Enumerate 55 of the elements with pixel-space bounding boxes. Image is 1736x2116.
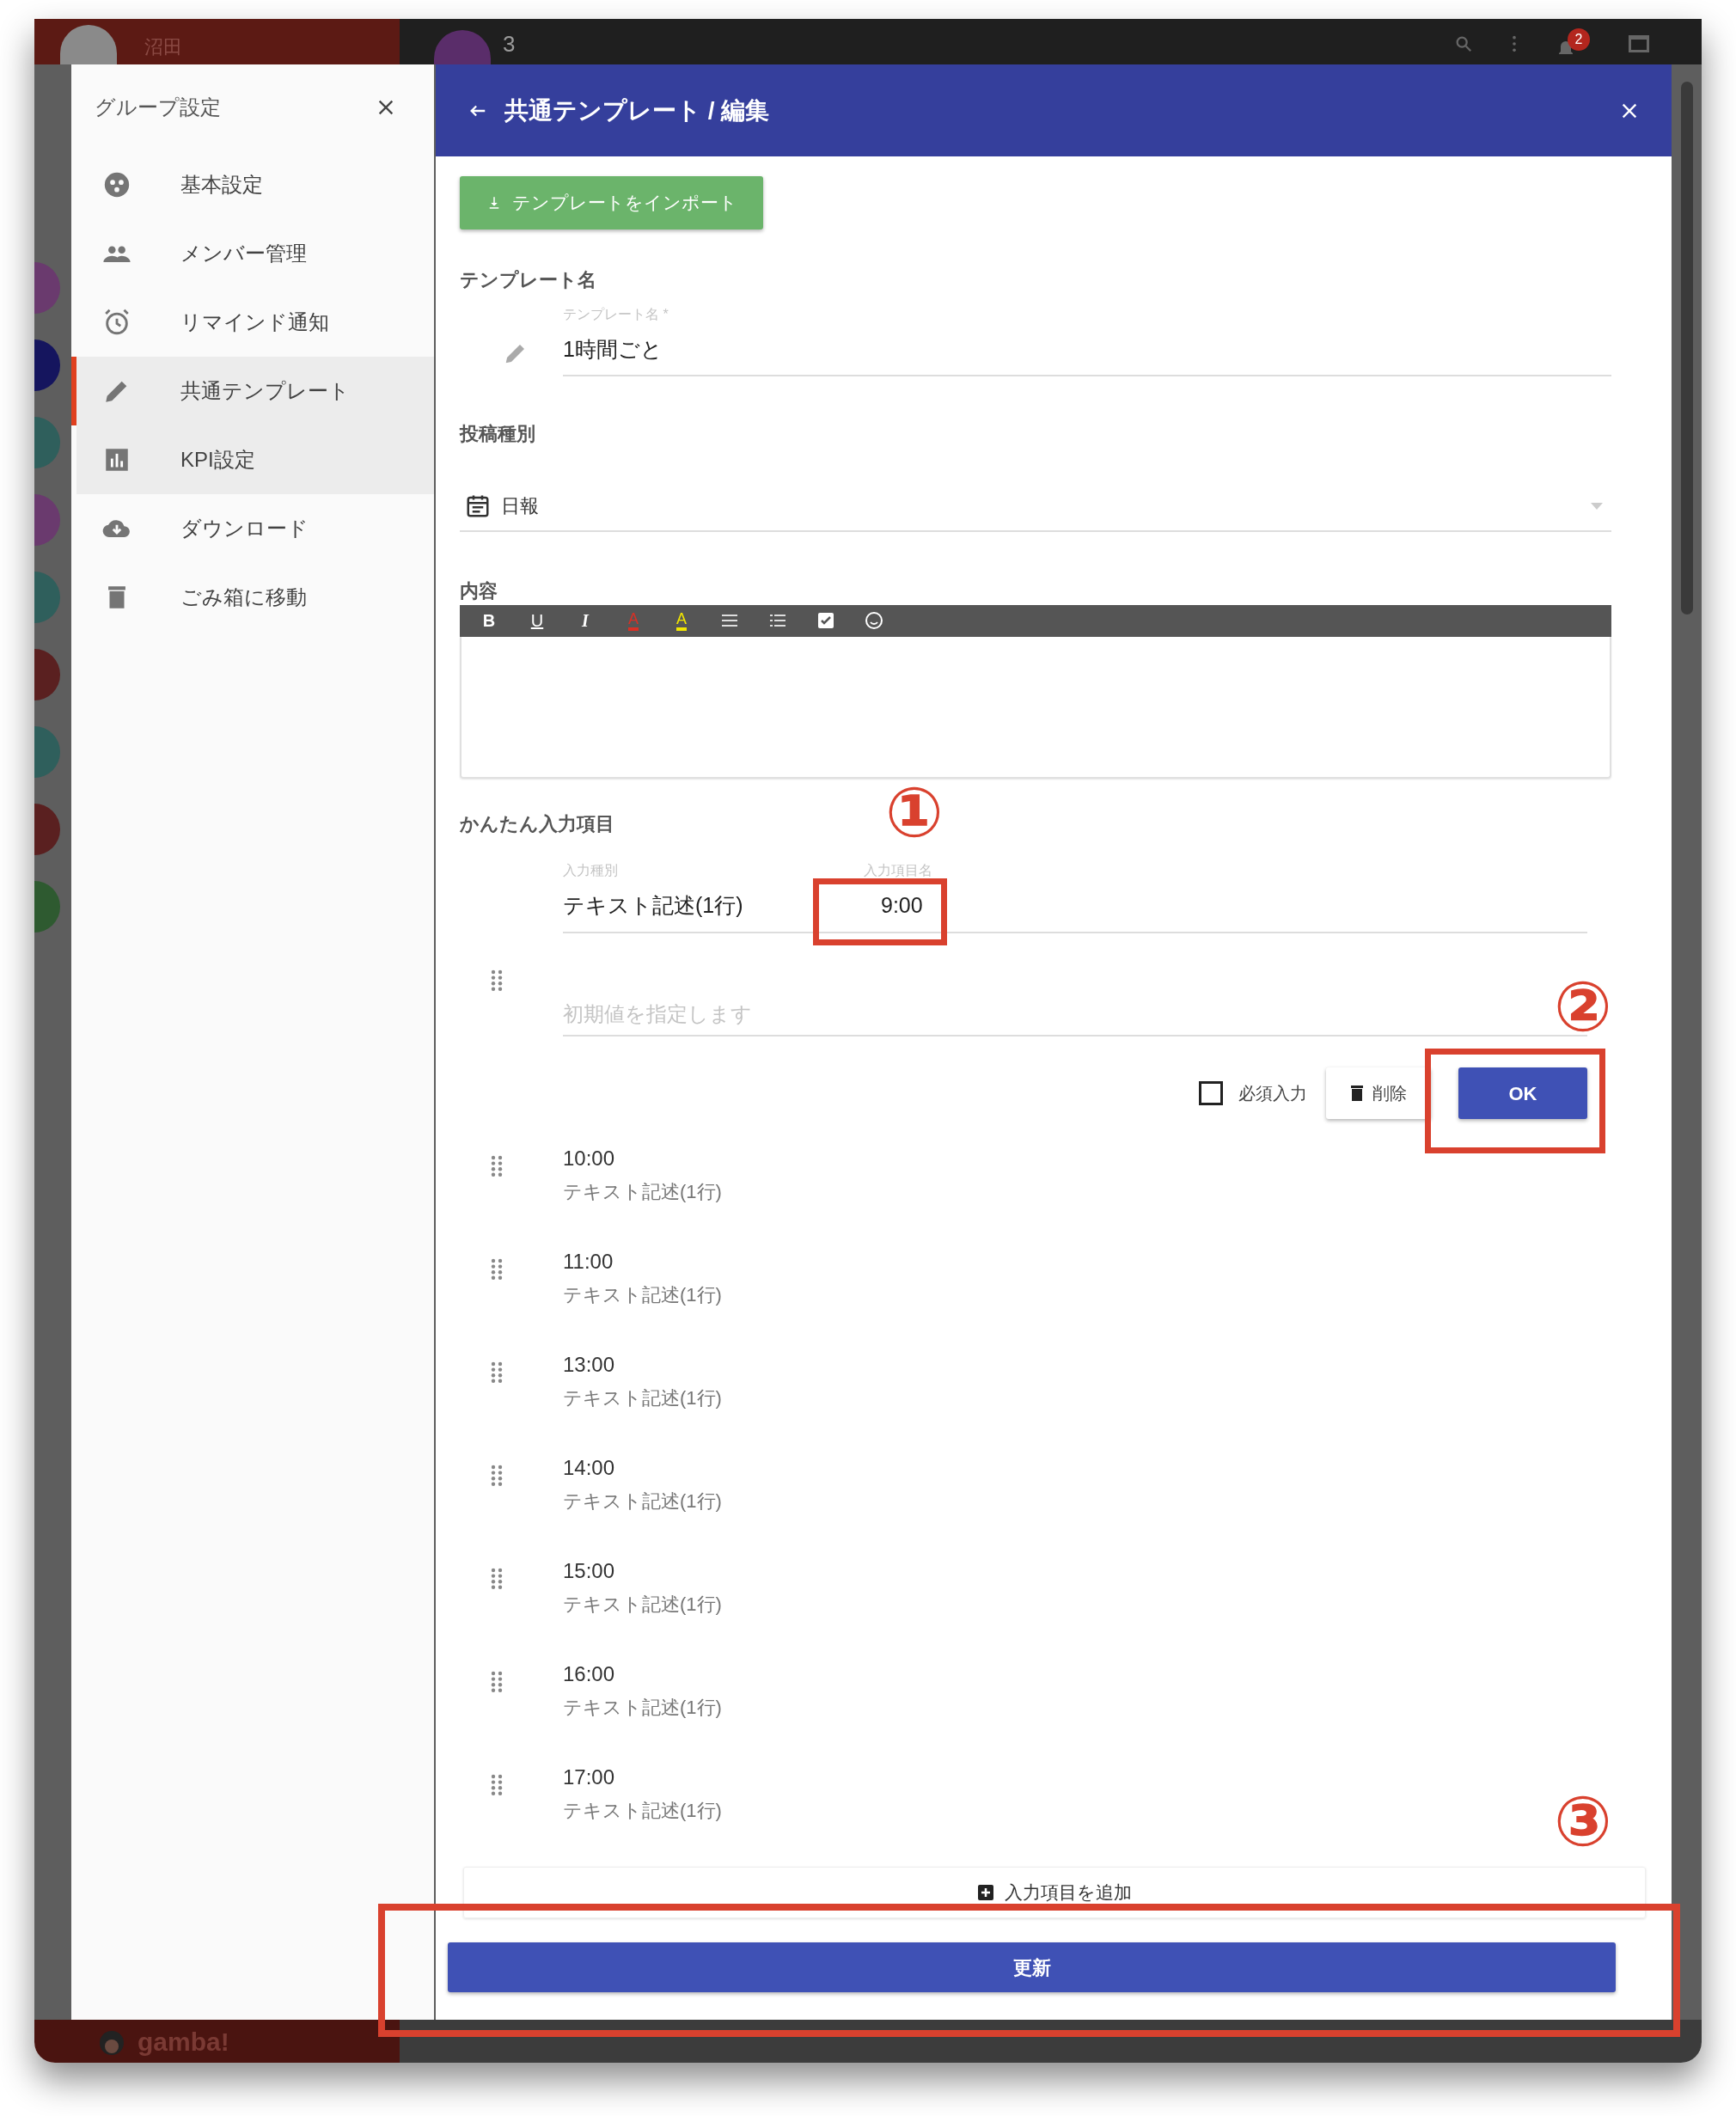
drag-handle-icon[interactable] [491, 1465, 504, 1487]
section-label: かんたん入力項目 [460, 811, 614, 836]
drawer-item[interactable]: 共通テンプレート [71, 357, 434, 425]
ok-button[interactable]: OK [1458, 1067, 1587, 1119]
section-label: 内容 [460, 578, 498, 603]
dialog-title: 共通テンプレート / 編集 [504, 95, 770, 125]
underline-button[interactable]: U [513, 604, 561, 637]
drag-handle-icon[interactable] [491, 1258, 504, 1281]
drawer-item[interactable]: KPI設定 [76, 425, 434, 494]
input-item[interactable]: 10:00 テキスト記述(1行) [563, 1143, 722, 1206]
annotation-number: ③ [1554, 1788, 1612, 1856]
section-label: 投稿種別 [460, 421, 536, 446]
scrollbar[interactable] [1680, 82, 1693, 615]
input-item[interactable]: 15:00 テキスト記述(1行) [563, 1556, 722, 1618]
section-label: テンプレート名 [460, 268, 597, 292]
required-label: 必須入力 [1238, 1083, 1307, 1104]
input-item[interactable]: 16:00 テキスト記述(1行) [563, 1659, 722, 1722]
plus-box-icon [977, 1884, 994, 1901]
checkbox-icon[interactable] [816, 610, 836, 631]
bold-button[interactable]: B [465, 604, 513, 637]
drawer-item[interactable]: ダウンロード [76, 494, 434, 563]
input-item[interactable]: 17:00 テキスト記述(1行) [563, 1762, 722, 1825]
drawer-item[interactable]: ごみ箱に移動 [76, 563, 434, 632]
drag-handle-icon[interactable] [491, 1568, 504, 1590]
post-type-select[interactable]: 日報 [460, 481, 1611, 532]
avatar[interactable] [60, 25, 117, 64]
drag-handle-icon[interactable] [491, 1361, 504, 1384]
required-checkbox[interactable] [1199, 1081, 1223, 1105]
drag-handle-icon[interactable] [491, 1671, 504, 1693]
palette-icon [102, 170, 131, 199]
update-button[interactable]: 更新 [448, 1942, 1616, 1992]
notification-badge: 2 [1568, 28, 1590, 51]
input-item[interactable]: 13:00 テキスト記述(1行) [563, 1349, 722, 1412]
window-icon[interactable] [1628, 34, 1650, 53]
input-item[interactable]: 14:00 テキスト記述(1行) [563, 1452, 722, 1515]
add-item-button[interactable]: 入力項目を追加 [463, 1867, 1646, 1918]
drag-handle-icon[interactable] [491, 969, 504, 993]
close-icon[interactable] [376, 98, 395, 117]
dropdown-caret-icon [1591, 502, 1603, 510]
drawer-title: グループ設定 [95, 95, 221, 120]
input-type-select[interactable]: 入力種別 テキスト記述(1行) [563, 859, 855, 921]
text-color-button[interactable]: A [657, 604, 706, 637]
drag-handle-icon[interactable] [491, 1155, 504, 1177]
drag-handle-icon[interactable] [491, 1774, 504, 1796]
input-item[interactable]: 11:00 テキスト記述(1行) [563, 1246, 722, 1309]
annotation-number: ① [885, 779, 944, 847]
trash-icon [1350, 1085, 1364, 1102]
italic-button[interactable]: I [561, 604, 609, 637]
drawer-item[interactable]: リマインド通知 [76, 288, 434, 357]
drawer-item[interactable]: メンバー管理 [76, 219, 434, 288]
search-icon[interactable] [1454, 34, 1473, 53]
smiley-icon[interactable] [864, 610, 884, 631]
more-icon[interactable] [1511, 34, 1518, 53]
group-count: 3 [502, 30, 516, 58]
drawer-item[interactable]: 基本設定 [76, 150, 434, 219]
